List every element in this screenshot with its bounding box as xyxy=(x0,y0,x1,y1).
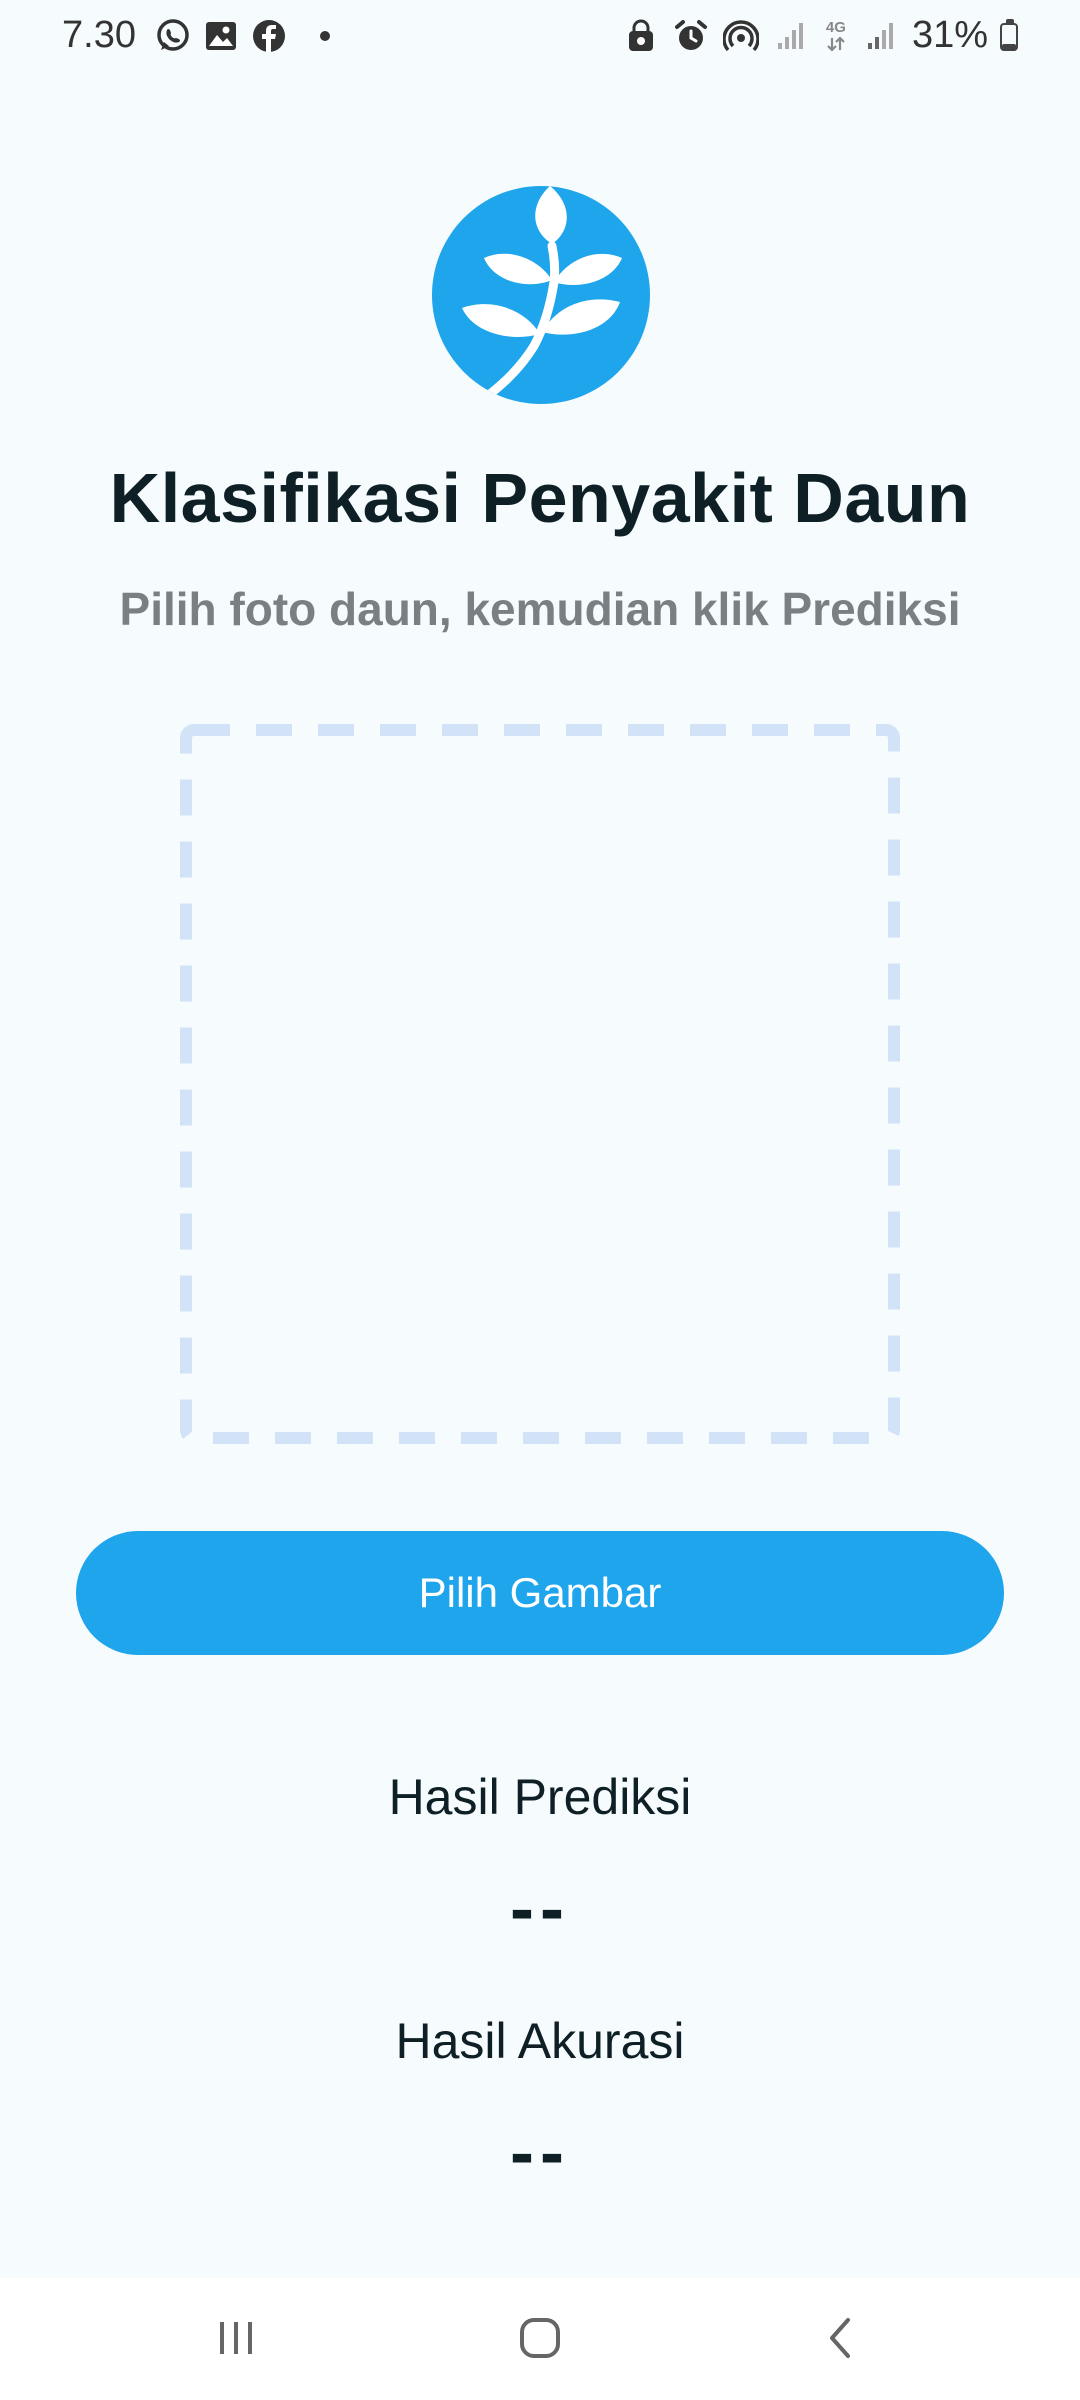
battery-icon xyxy=(1000,18,1020,53)
status-time: 7.30 xyxy=(62,14,136,56)
home-icon[interactable] xyxy=(480,2298,600,2378)
hotspot-icon xyxy=(722,17,760,55)
vpn-lock-icon xyxy=(622,17,660,55)
status-right: 4G 31% xyxy=(622,14,1020,57)
page-subtitle: Pilih foto daun, kemudian klik Prediksi xyxy=(119,583,961,635)
whatsapp-icon xyxy=(154,17,192,55)
gallery-icon xyxy=(202,17,240,55)
navigation-bar xyxy=(0,2278,1080,2400)
alarm-icon xyxy=(672,17,710,55)
leaf-icon xyxy=(432,186,650,404)
network-4g-icon: 4G xyxy=(822,17,850,55)
signal-icon xyxy=(862,17,900,55)
notification-dot xyxy=(319,30,330,41)
accuracy-value: -- xyxy=(510,2113,570,2193)
pick-image-button[interactable]: Pilih Gambar xyxy=(76,1531,1004,1655)
signal-icon xyxy=(772,17,810,55)
battery-percent: 31% xyxy=(911,14,988,56)
back-icon[interactable] xyxy=(782,2298,902,2378)
prediction-label: Hasil Prediksi xyxy=(388,1769,692,1825)
network-label: 4G xyxy=(825,18,846,36)
recent-apps-icon[interactable] xyxy=(176,2298,296,2378)
page-title: Klasifikasi Penyakit Daun xyxy=(109,459,971,537)
status-left: 7.30 xyxy=(62,14,330,57)
status-bar: 7.30 4G 31% xyxy=(0,0,1080,80)
prediction-value: -- xyxy=(510,1869,570,1949)
image-preview-area[interactable] xyxy=(180,724,900,1444)
accuracy-label: Hasil Akurasi xyxy=(395,2013,685,2069)
facebook-icon xyxy=(250,17,288,55)
